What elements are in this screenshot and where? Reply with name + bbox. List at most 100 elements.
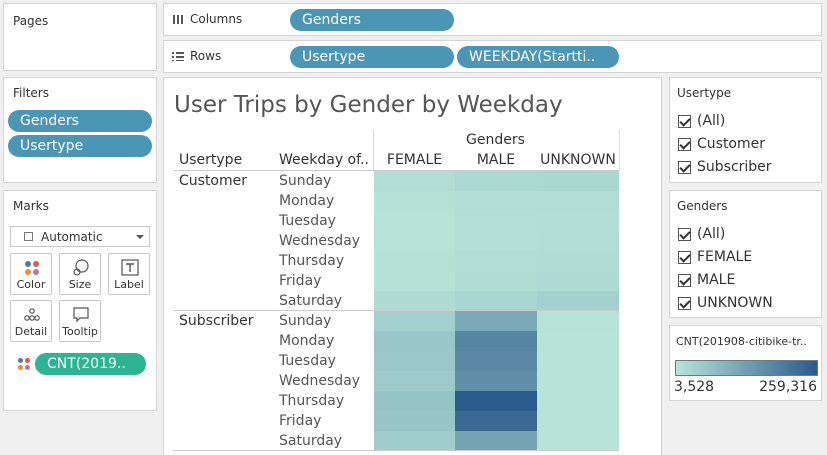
weekday-label[interactable]: Saturday <box>279 293 342 309</box>
weekday-label[interactable]: Friday <box>279 413 321 429</box>
heatmap-cell[interactable] <box>374 231 455 251</box>
row-group-label[interactable]: Customer <box>179 173 247 189</box>
heatmap-cell[interactable] <box>455 431 537 451</box>
heatmap-cell[interactable] <box>374 291 455 311</box>
heatmap-cell[interactable] <box>374 331 455 351</box>
heatmap-cell[interactable] <box>537 331 619 351</box>
color-legend-card[interactable]: CNT(201908-citibike-tr.. 3,528 259,316 <box>669 325 822 401</box>
heatmap-cell[interactable] <box>455 311 537 331</box>
mark-type-dropdown[interactable]: Automatic <box>10 226 150 247</box>
checkbox-icon[interactable] <box>678 250 691 264</box>
weekday-label[interactable]: Monday <box>279 193 334 209</box>
weekday-label[interactable]: Thursday <box>279 393 344 409</box>
weekday-label[interactable]: Monday <box>279 333 334 349</box>
column-header[interactable]: MALE <box>455 152 537 168</box>
column-header[interactable]: FEMALE <box>374 152 455 168</box>
heatmap-cell[interactable] <box>374 271 455 291</box>
usertype-filter-card[interactable]: Usertype (All) Customer Subscriber <box>669 77 822 183</box>
heatmap-cell[interactable] <box>455 291 537 311</box>
heatmap-cell[interactable] <box>374 351 455 371</box>
checkbox-icon[interactable] <box>678 160 691 174</box>
pages-panel[interactable]: Pages <box>3 3 157 71</box>
heatmap-cell[interactable] <box>537 411 619 431</box>
weekday-label[interactable]: Tuesday <box>279 353 336 369</box>
usertype-option-subscriber[interactable]: Subscriber <box>678 159 772 175</box>
heatmap-cell[interactable] <box>537 191 619 211</box>
heatmap-cell[interactable] <box>455 191 537 211</box>
heatmap-cell[interactable] <box>374 391 455 411</box>
tooltip-button[interactable]: Tooltip <box>59 300 101 342</box>
chevron-down-icon <box>136 235 144 239</box>
checkbox-icon[interactable] <box>678 273 691 287</box>
heatmap-cell[interactable] <box>537 171 619 191</box>
filter-pill-usertype[interactable]: Usertype <box>8 135 152 157</box>
genders-option-male[interactable]: MALE <box>678 272 735 288</box>
weekday-label[interactable]: Sunday <box>279 313 331 329</box>
heatmap-cell[interactable] <box>537 291 619 311</box>
genders-option-female[interactable]: FEMALE <box>678 249 752 265</box>
rows-shelf[interactable]: Rows Usertype WEEKDAY(Startti.. <box>163 40 822 73</box>
heatmap-cell[interactable] <box>537 351 619 371</box>
genders-filter-card[interactable]: Genders (All) FEMALE MALE UNKNOWN <box>669 190 822 318</box>
weekday-label[interactable]: Wednesday <box>279 233 360 249</box>
heatmap-cell[interactable] <box>374 411 455 431</box>
weekday-label[interactable]: Saturday <box>279 433 342 449</box>
color-button[interactable]: Color <box>10 253 52 295</box>
marks-color-pill[interactable]: CNT(2019.. <box>35 353 146 375</box>
heatmap-cell[interactable] <box>537 271 619 291</box>
heatmap-cell[interactable] <box>455 271 537 291</box>
rows-pill-usertype[interactable]: Usertype <box>290 46 454 68</box>
genders-option-all[interactable]: (All) <box>678 226 725 242</box>
heatmap-cell[interactable] <box>455 251 537 271</box>
row-divider-middle <box>173 310 619 311</box>
weekday-label[interactable]: Sunday <box>279 173 331 189</box>
marks-panel[interactable]: Marks Automatic Color Size Label Detail … <box>3 190 157 411</box>
heatmap-cell[interactable] <box>455 351 537 371</box>
heatmap-cell[interactable] <box>374 251 455 271</box>
heatmap-cell[interactable] <box>455 331 537 351</box>
heatmap-cell[interactable] <box>537 371 619 391</box>
columns-pill-genders[interactable]: Genders <box>290 9 454 31</box>
weekday-label[interactable]: Friday <box>279 273 321 289</box>
row-group-label[interactable]: Subscriber <box>179 313 254 329</box>
heatmap-cell[interactable] <box>374 311 455 331</box>
heatmap-cell[interactable] <box>537 311 619 331</box>
usertype-option-customer[interactable]: Customer <box>678 136 765 152</box>
weekday-label[interactable]: Thursday <box>279 253 344 269</box>
heatmap-cell[interactable] <box>455 231 537 251</box>
heatmap-cell[interactable] <box>374 191 455 211</box>
color-legend-min: 3,528 <box>674 379 715 395</box>
color-icon <box>25 261 39 275</box>
checkbox-icon[interactable] <box>678 296 691 310</box>
heatmap-cell[interactable] <box>537 391 619 411</box>
size-button[interactable]: Size <box>59 253 101 295</box>
heatmap-cell[interactable] <box>537 231 619 251</box>
heatmap-cell[interactable] <box>455 411 537 431</box>
heatmap-cell[interactable] <box>374 431 455 451</box>
heatmap-cell[interactable] <box>455 211 537 231</box>
detail-button[interactable]: Detail <box>10 300 52 342</box>
genders-option-unknown[interactable]: UNKNOWN <box>678 295 773 311</box>
column-header[interactable]: UNKNOWN <box>537 152 619 168</box>
pages-title: Pages <box>13 14 49 28</box>
heatmap-cell[interactable] <box>537 251 619 271</box>
heatmap-cell[interactable] <box>537 431 619 451</box>
checkbox-icon[interactable] <box>678 227 691 241</box>
checkbox-icon[interactable] <box>678 137 691 151</box>
heatmap-cell[interactable] <box>455 371 537 391</box>
filter-pill-genders[interactable]: Genders <box>8 110 152 132</box>
label-button[interactable]: Label <box>108 253 150 295</box>
heatmap-cell[interactable] <box>455 171 537 191</box>
columns-shelf[interactable]: Columns Genders <box>163 3 822 36</box>
weekday-label[interactable]: Wednesday <box>279 373 360 389</box>
usertype-option-all[interactable]: (All) <box>678 113 725 129</box>
weekday-label[interactable]: Tuesday <box>279 213 336 229</box>
heatmap-cell[interactable] <box>374 171 455 191</box>
heatmap-cell[interactable] <box>455 391 537 411</box>
heatmap-cell[interactable] <box>537 211 619 231</box>
heatmap-cell[interactable] <box>374 371 455 391</box>
heatmap-cell[interactable] <box>374 211 455 231</box>
filters-panel[interactable]: Filters Genders Usertype <box>3 77 157 183</box>
checkbox-icon[interactable] <box>678 114 691 128</box>
rows-pill-weekday[interactable]: WEEKDAY(Startti.. <box>457 46 619 68</box>
